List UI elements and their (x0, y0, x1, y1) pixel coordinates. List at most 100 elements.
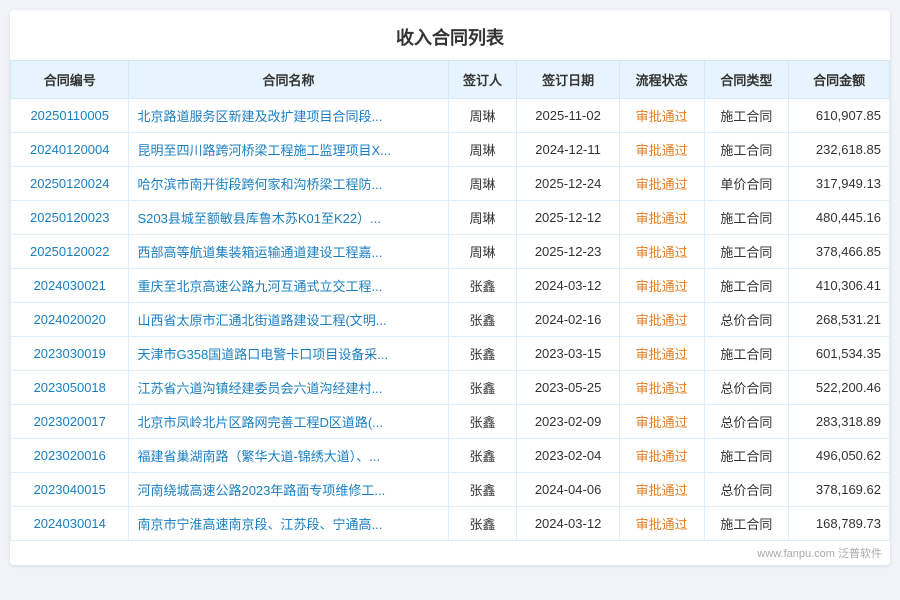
cell-type: 施工合同 (704, 439, 789, 473)
cell-type: 施工合同 (704, 99, 789, 133)
table-row: 20240120004昆明至四川路跨河桥梁工程施工监理项目X...周琳2024-… (11, 133, 890, 167)
cell-status: 审批通过 (619, 371, 704, 405)
cell-contract-id[interactable]: 2024030021 (11, 269, 129, 303)
cell-type: 总价合同 (704, 405, 789, 439)
cell-date: 2023-05-25 (517, 371, 619, 405)
cell-contract-name[interactable]: 北京市凤岭北片区路网完善工程D区道路(... (129, 405, 448, 439)
cell-contract-id[interactable]: 20250120022 (11, 235, 129, 269)
cell-type: 施工合同 (704, 235, 789, 269)
cell-amount: 378,466.85 (789, 235, 890, 269)
cell-signer: 张鑫 (448, 269, 517, 303)
cell-contract-id[interactable]: 20240120004 (11, 133, 129, 167)
cell-amount: 496,050.62 (789, 439, 890, 473)
cell-signer: 张鑫 (448, 303, 517, 337)
watermark-text: www.fanpu.com 泛普软件 (757, 548, 882, 560)
cell-contract-name[interactable]: 西部高等航道集装箱运输通道建设工程嘉... (129, 235, 448, 269)
table-row: 2023020016福建省巢湖南路（繁华大道-锦绣大道）、...张鑫2023-0… (11, 439, 890, 473)
cell-amount: 410,306.41 (789, 269, 890, 303)
cell-contract-id[interactable]: 20250120024 (11, 167, 129, 201)
cell-status: 审批通过 (619, 133, 704, 167)
cell-contract-name[interactable]: 南京市宁淮高速南京段、江苏段、宁通高... (129, 507, 448, 541)
cell-type: 单价合同 (704, 167, 789, 201)
cell-date: 2024-04-06 (517, 473, 619, 507)
table-row: 2023050018江苏省六道沟镇经建委员会六道沟经建村...张鑫2023-05… (11, 371, 890, 405)
cell-date: 2023-03-15 (517, 337, 619, 371)
cell-contract-id[interactable]: 2023050018 (11, 371, 129, 405)
cell-amount: 168,789.73 (789, 507, 890, 541)
cell-contract-id[interactable]: 20250110005 (11, 99, 129, 133)
cell-status: 审批通过 (619, 99, 704, 133)
cell-date: 2025-12-24 (517, 167, 619, 201)
table-row: 2024030014南京市宁淮高速南京段、江苏段、宁通高...张鑫2024-03… (11, 507, 890, 541)
cell-date: 2025-11-02 (517, 99, 619, 133)
table-row: 2024030021重庆至北京高速公路九河互通式立交工程...张鑫2024-03… (11, 269, 890, 303)
cell-contract-name[interactable]: S203县城至额敏县库鲁木苏K01至K22）... (129, 201, 448, 235)
cell-type: 施工合同 (704, 201, 789, 235)
cell-contract-name[interactable]: 重庆至北京高速公路九河互通式立交工程... (129, 269, 448, 303)
cell-type: 施工合同 (704, 507, 789, 541)
cell-date: 2024-03-12 (517, 507, 619, 541)
cell-type: 总价合同 (704, 371, 789, 405)
cell-contract-name[interactable]: 天津市G358国道路口电警卡口项目设备采... (129, 337, 448, 371)
col-header-id: 合同编号 (11, 61, 129, 99)
col-header-status: 流程状态 (619, 61, 704, 99)
table-body: 20250110005北京路道服务区新建及改扩建项目合同段...周琳2025-1… (11, 99, 890, 541)
cell-contract-name[interactable]: 河南绕城高速公路2023年路面专项维修工... (129, 473, 448, 507)
cell-date: 2024-02-16 (517, 303, 619, 337)
cell-status: 审批通过 (619, 473, 704, 507)
cell-amount: 283,318.89 (789, 405, 890, 439)
table-header-row: 合同编号 合同名称 签订人 签订日期 流程状态 合同类型 合同金额 (11, 61, 890, 99)
cell-status: 审批通过 (619, 167, 704, 201)
cell-contract-name[interactable]: 昆明至四川路跨河桥梁工程施工监理项目X... (129, 133, 448, 167)
cell-status: 审批通过 (619, 235, 704, 269)
cell-contract-name[interactable]: 山西省太原市汇通北街道路建设工程(文明... (129, 303, 448, 337)
cell-contract-id[interactable]: 2023020016 (11, 439, 129, 473)
cell-date: 2025-12-23 (517, 235, 619, 269)
cell-contract-name[interactable]: 北京路道服务区新建及改扩建项目合同段... (129, 99, 448, 133)
cell-signer: 张鑫 (448, 405, 517, 439)
cell-amount: 480,445.16 (789, 201, 890, 235)
cell-status: 审批通过 (619, 303, 704, 337)
cell-type: 施工合同 (704, 269, 789, 303)
cell-contract-name[interactable]: 福建省巢湖南路（繁华大道-锦绣大道）、... (129, 439, 448, 473)
cell-status: 审批通过 (619, 507, 704, 541)
table-row: 2023030019天津市G358国道路口电警卡口项目设备采...张鑫2023-… (11, 337, 890, 371)
contract-table: 合同编号 合同名称 签订人 签订日期 流程状态 合同类型 合同金额 202501… (10, 60, 890, 541)
cell-amount: 601,534.35 (789, 337, 890, 371)
cell-contract-id[interactable]: 20250120023 (11, 201, 129, 235)
table-row: 2024020020山西省太原市汇通北街道路建设工程(文明...张鑫2024-0… (11, 303, 890, 337)
cell-type: 总价合同 (704, 473, 789, 507)
cell-contract-id[interactable]: 2023020017 (11, 405, 129, 439)
cell-status: 审批通过 (619, 337, 704, 371)
main-container: 收入合同列表 合同编号 合同名称 签订人 签订日期 流程状态 合同类型 合同金额… (10, 10, 890, 565)
cell-amount: 232,618.85 (789, 133, 890, 167)
table-row: 2023020017北京市凤岭北片区路网完善工程D区道路(...张鑫2023-0… (11, 405, 890, 439)
cell-signer: 张鑫 (448, 371, 517, 405)
table-row: 20250120024哈尔滨市南开街段跨何家和沟桥梁工程防...周琳2025-1… (11, 167, 890, 201)
table-row: 20250120022西部高等航道集装箱运输通道建设工程嘉...周琳2025-1… (11, 235, 890, 269)
cell-date: 2025-12-12 (517, 201, 619, 235)
cell-signer: 周琳 (448, 99, 517, 133)
cell-contract-id[interactable]: 2024020020 (11, 303, 129, 337)
cell-date: 2023-02-09 (517, 405, 619, 439)
cell-contract-id[interactable]: 2023040015 (11, 473, 129, 507)
cell-status: 审批通过 (619, 201, 704, 235)
cell-contract-name[interactable]: 江苏省六道沟镇经建委员会六道沟经建村... (129, 371, 448, 405)
cell-signer: 周琳 (448, 167, 517, 201)
cell-amount: 317,949.13 (789, 167, 890, 201)
col-header-name: 合同名称 (129, 61, 448, 99)
cell-contract-id[interactable]: 2024030014 (11, 507, 129, 541)
cell-status: 审批通过 (619, 439, 704, 473)
cell-date: 2024-03-12 (517, 269, 619, 303)
cell-contract-name[interactable]: 哈尔滨市南开街段跨何家和沟桥梁工程防... (129, 167, 448, 201)
cell-contract-id[interactable]: 2023030019 (11, 337, 129, 371)
cell-type: 施工合同 (704, 133, 789, 167)
cell-signer: 周琳 (448, 201, 517, 235)
cell-status: 审批通过 (619, 405, 704, 439)
col-header-type: 合同类型 (704, 61, 789, 99)
col-header-date: 签订日期 (517, 61, 619, 99)
cell-type: 总价合同 (704, 303, 789, 337)
cell-signer: 张鑫 (448, 337, 517, 371)
col-header-signer: 签订人 (448, 61, 517, 99)
cell-signer: 张鑫 (448, 507, 517, 541)
